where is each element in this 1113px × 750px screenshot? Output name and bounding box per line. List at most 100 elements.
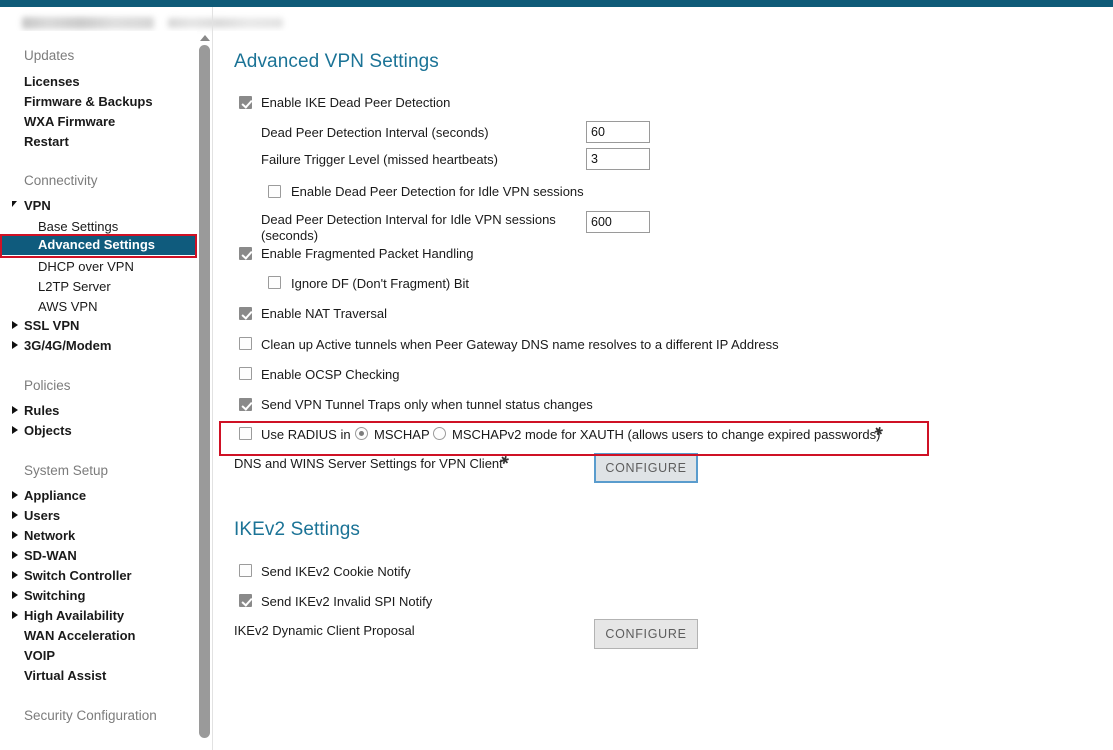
mschap-label: MSCHAP <box>374 427 430 442</box>
ikev2-configure-button[interactable]: CONFIGURE <box>594 619 698 649</box>
sidebar-item-network[interactable]: Network <box>12 528 76 543</box>
chevron-right-icon <box>12 491 18 499</box>
chevron-right-icon <box>12 571 18 579</box>
sidebar-item-label: AWS VPN <box>38 299 98 314</box>
chevron-right-icon <box>12 591 18 599</box>
sidebar-item-3g4g-modem[interactable]: 3G/4G/Modem <box>12 338 112 353</box>
ocsp-checking-label: Enable OCSP Checking <box>261 367 400 382</box>
nat-traversal-checkbox[interactable] <box>239 307 252 320</box>
dpd-idle-interval-input[interactable] <box>586 211 650 233</box>
sidebar-item-rules[interactable]: Rules <box>12 403 60 418</box>
chevron-right-icon <box>12 511 18 519</box>
sidebar-item-label: Base Settings <box>38 219 119 234</box>
sidebar-item-label: Switch Controller <box>24 568 132 583</box>
chevron-right-icon <box>12 531 18 539</box>
vpn-tunnel-traps-label: Send VPN Tunnel Traps only when tunnel s… <box>261 397 593 412</box>
sidebar-item-high-availability[interactable]: High Availability <box>12 608 125 623</box>
enable-ike-dpd-checkbox[interactable] <box>239 96 252 109</box>
sidebar-item-switching[interactable]: Switching <box>12 588 86 603</box>
scroll-up-arrow-icon[interactable] <box>197 31 213 45</box>
sidebar-section-security-configuration: Security Configuration <box>24 708 157 723</box>
sidebar-scrollbar[interactable] <box>199 45 210 738</box>
sidebar-item-label: Rules <box>24 403 60 418</box>
ocsp-checking-checkbox[interactable] <box>239 367 252 380</box>
ignore-df-bit-checkbox[interactable] <box>268 276 281 289</box>
sidebar-item-label: Virtual Assist <box>24 668 107 683</box>
vpn-tunnel-traps-checkbox[interactable] <box>239 398 252 411</box>
sidebar-navigation[interactable]: Updates Licenses Firmware & Backups WXA … <box>0 31 197 750</box>
sidebar-item-ssl-vpn[interactable]: SSL VPN <box>12 318 80 333</box>
mschap-radio[interactable] <box>355 427 368 440</box>
mschapv2-label: MSCHAPv2 mode for XAUTH (allows users to… <box>452 427 881 442</box>
sidebar-item-base-settings[interactable]: Base Settings <box>38 219 118 234</box>
cleanup-active-tunnels-checkbox[interactable] <box>239 337 252 350</box>
nat-traversal-label: Enable NAT Traversal <box>261 306 387 321</box>
sidebar-item-label: VOIP <box>24 648 56 663</box>
dpd-interval-input[interactable] <box>586 121 650 143</box>
sidebar-item-appliance[interactable]: Appliance <box>12 488 87 503</box>
dns-wins-label: DNS and WINS Server Settings for VPN Cli… <box>234 456 503 471</box>
sidebar-section-system-setup: System Setup <box>24 463 109 478</box>
failure-trigger-input[interactable] <box>586 148 650 170</box>
chevron-right-icon <box>12 406 18 414</box>
ikev2-cookie-notify-checkbox[interactable] <box>239 564 252 577</box>
sidebar-item-label: Advanced Settings <box>38 237 156 252</box>
sidebar-item-label: WAN Acceleration <box>24 628 136 643</box>
sidebar-item-advanced-settings[interactable]: Advanced Settings <box>0 234 197 255</box>
sidebar-item-dhcp-over-vpn[interactable]: DHCP over VPN <box>38 259 134 274</box>
sidebar-item-aws-vpn[interactable]: AWS VPN <box>38 299 97 314</box>
ikev2-dynamic-proposal-label: IKEv2 Dynamic Client Proposal <box>234 623 415 638</box>
ignore-df-bit-label: Ignore DF (Don't Fragment) Bit <box>291 276 470 291</box>
vpn-advanced-settings-page: Updates Licenses Firmware & Backups WXA … <box>0 0 1113 750</box>
sidebar-item-label: Licenses <box>24 74 80 89</box>
sidebar-item-label: Restart <box>24 134 69 149</box>
ikev2-invalid-spi-label: Send IKEv2 Invalid SPI Notify <box>261 594 433 609</box>
sidebar-item-label: Network <box>24 528 76 543</box>
sidebar-item-label: Appliance <box>24 488 87 503</box>
use-radius-checkbox[interactable] <box>239 427 252 440</box>
dpd-idle-interval-label: Dead Peer Detection Interval for Idle VP… <box>261 212 556 243</box>
fragmented-packet-handling-label: Enable Fragmented Packet Handling <box>261 246 474 261</box>
mschapv2-radio[interactable] <box>433 427 446 440</box>
sidebar-item-voip[interactable]: VOIP <box>24 648 55 663</box>
sidebar-item-label: Switching <box>24 588 86 603</box>
use-radius-prefix-label: Use RADIUS in <box>261 427 351 442</box>
sidebar-item-firmware-backups[interactable]: Firmware & Backups <box>24 94 153 109</box>
chevron-down-icon <box>12 201 17 207</box>
sidebar-item-wxa-firmware[interactable]: WXA Firmware <box>24 114 115 129</box>
sidebar-item-wan-acceleration[interactable]: WAN Acceleration <box>24 628 136 643</box>
cleanup-active-tunnels-label: Clean up Active tunnels when Peer Gatewa… <box>261 337 779 352</box>
page-title: Advanced VPN Settings <box>234 51 439 72</box>
sidebar-item-licenses[interactable]: Licenses <box>24 74 80 89</box>
sidebar-item-label: SD-WAN <box>24 548 77 563</box>
sidebar-item-label: Firmware & Backups <box>24 94 153 109</box>
chevron-right-icon <box>12 426 18 434</box>
sidebar-item-label: DHCP over VPN <box>38 259 134 274</box>
sidebar-item-label: SSL VPN <box>24 318 80 333</box>
sidebar-item-label: High Availability <box>24 608 125 623</box>
dpd-idle-sessions-checkbox[interactable] <box>268 185 281 198</box>
sidebar-item-vpn[interactable]: VPN <box>12 198 51 213</box>
ikev2-cookie-notify-label: Send IKEv2 Cookie Notify <box>261 564 411 579</box>
chevron-right-icon <box>12 321 18 329</box>
top-accent-bar <box>0 0 1113 7</box>
dns-wins-configure-button[interactable]: CONFIGURE <box>594 453 698 483</box>
dpd-interval-label: Dead Peer Detection Interval (seconds) <box>261 125 489 140</box>
sidebar-item-restart[interactable]: Restart <box>24 134 69 149</box>
ikev2-invalid-spi-checkbox[interactable] <box>239 594 252 607</box>
sidebar-item-objects[interactable]: Objects <box>12 423 72 438</box>
sidebar-item-switch-controller[interactable]: Switch Controller <box>12 568 132 583</box>
sidebar-item-label: Objects <box>24 423 72 438</box>
sidebar-item-users[interactable]: Users <box>12 508 60 523</box>
failure-trigger-label: Failure Trigger Level (missed heartbeats… <box>261 152 498 167</box>
sidebar-item-l2tp-server[interactable]: L2TP Server <box>38 279 111 294</box>
fragmented-packet-handling-checkbox[interactable] <box>239 247 252 260</box>
redacted-serial-number <box>168 18 283 28</box>
sidebar-item-label: 3G/4G/Modem <box>24 338 112 353</box>
sidebar-item-label: VPN <box>24 198 51 213</box>
redacted-firewall-name <box>22 17 154 29</box>
sidebar-item-virtual-assist[interactable]: Virtual Assist <box>24 668 106 683</box>
sidebar-item-sd-wan[interactable]: SD-WAN <box>12 548 77 563</box>
brand-strip <box>0 7 1113 31</box>
sidebar-bottom-fade <box>0 737 213 750</box>
